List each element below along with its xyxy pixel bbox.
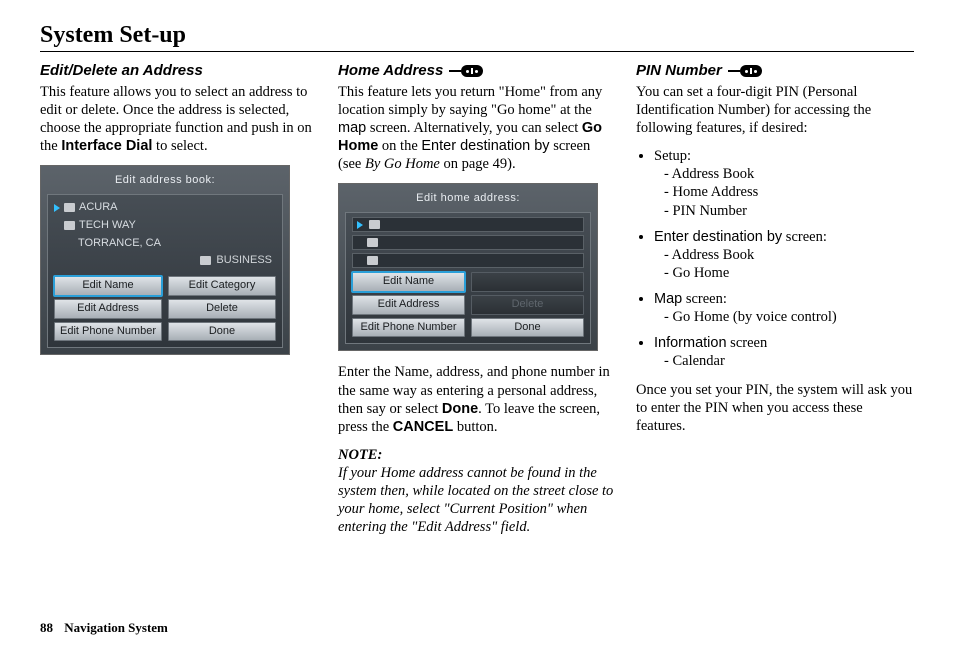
by-go-home-ref: By Go Home [365, 156, 440, 172]
done-button[interactable]: Done [471, 318, 584, 338]
text: on the [378, 138, 421, 154]
heading-home-address: Home Address [338, 62, 616, 81]
device-screenshot-address-book: Edit address book: ACURA TECH WAY TORRAN… [40, 165, 290, 355]
note-body: If your Home address cannot be found in … [338, 464, 616, 537]
device-info-row: ACURA [54, 199, 276, 217]
list-item: PIN Number [664, 202, 914, 220]
column-home-address: Home Address This feature lets you retur… [338, 62, 616, 537]
device-city-value: TORRANCE, CA [78, 237, 161, 251]
edit-address-button[interactable]: Edit Address [54, 299, 162, 319]
sub-list: Address Book Home Address PIN Number [654, 165, 914, 219]
delete-button-dim: Delete [471, 295, 584, 315]
device-category-value: BUSINESS [216, 254, 272, 266]
list-item: Enter destination by screen: Address Boo… [654, 228, 914, 282]
device-body: Edit Name Edit Address Delete Edit Phone… [345, 212, 591, 344]
list-item: Home Address [664, 183, 914, 201]
heading-edit-delete: Edit/Delete an Address [40, 62, 318, 81]
cursor-icon [54, 204, 60, 212]
edit-delete-intro: This feature allows you to select an add… [40, 83, 318, 156]
map-label: Map [654, 291, 682, 307]
device-empty-row [352, 253, 584, 268]
device-street-value: TECH WAY [79, 219, 136, 233]
sub-list: Calendar [654, 352, 914, 370]
building-icon [367, 238, 378, 247]
category-icon [200, 256, 211, 265]
list-item: Address Book [664, 246, 914, 264]
device-info-row: TORRANCE, CA [54, 235, 276, 253]
delete-button[interactable]: Delete [168, 299, 276, 319]
text: screen [727, 335, 768, 351]
interface-dial-label: Interface Dial [61, 138, 152, 154]
sub-list: Go Home (by voice control) [654, 308, 914, 326]
pin-intro: You can set a four-digit PIN (Personal I… [636, 83, 914, 137]
list-item: Setup: Address Book Home Address PIN Num… [654, 147, 914, 220]
voice-icon [449, 65, 483, 77]
device-screenshot-home-address: Edit home address: Edit Name Edit Addres… [338, 183, 598, 351]
text: screen: [782, 229, 827, 245]
done-button[interactable]: Done [168, 322, 276, 342]
device-name-value: ACURA [79, 201, 118, 215]
page-number: 88 [40, 620, 53, 635]
text: button. [453, 419, 497, 435]
device-buttons: Edit Name Edit Category Edit Address Del… [54, 276, 276, 341]
device-body: ACURA TECH WAY TORRANCE, CA BUSINESS Edi… [47, 194, 283, 348]
list-item: Go Home [664, 264, 914, 282]
text: screen: [682, 291, 727, 307]
map-label: map [338, 120, 366, 136]
edit-category-button[interactable]: Edit Category [168, 276, 276, 296]
blank-button [471, 272, 584, 292]
text: on page 49). [440, 156, 516, 172]
note-heading: NOTE: [338, 446, 616, 464]
device-title: Edit address book: [47, 172, 283, 194]
list-item: Calendar [664, 352, 914, 370]
edit-phone-button[interactable]: Edit Phone Number [54, 322, 162, 342]
text: This feature lets you return "Home" from… [338, 84, 602, 118]
footer-label: Navigation System [64, 620, 168, 635]
list-item: Map screen: Go Home (by voice control) [654, 290, 914, 326]
home-icon [64, 203, 75, 212]
edit-phone-button[interactable]: Edit Phone Number [352, 318, 465, 338]
heading-pin: PIN Number [636, 62, 914, 81]
list-item: Go Home (by voice control) [664, 308, 914, 326]
column-edit-delete: Edit/Delete an Address This feature allo… [40, 62, 318, 537]
device-empty-row [352, 235, 584, 250]
voice-icon [728, 65, 762, 77]
pin-feature-list: Setup: Address Book Home Address PIN Num… [636, 147, 914, 370]
page-title: System Set-up [40, 22, 914, 52]
device-buttons: Edit Name Edit Address Delete Edit Phone… [352, 272, 584, 337]
list-item: Address Book [664, 165, 914, 183]
content-columns: Edit/Delete an Address This feature allo… [40, 62, 914, 537]
device-empty-row [352, 217, 584, 232]
setup-label: Setup: [654, 148, 691, 164]
column-pin: PIN Number You can set a four-digit PIN … [636, 62, 914, 537]
cursor-icon [357, 221, 363, 229]
home-icon [369, 220, 380, 229]
home-address-intro: This feature lets you return "Home" from… [338, 83, 616, 174]
phone-icon [367, 256, 378, 265]
enter-dest-label: Enter destination by [654, 229, 782, 245]
information-label: Information [654, 335, 727, 351]
edit-name-button[interactable]: Edit Name [54, 276, 162, 296]
text: screen. Alternatively, you can select [366, 120, 582, 136]
sub-list: Address Book Go Home [654, 246, 914, 282]
page-footer: 88 Navigation System [40, 620, 168, 636]
done-label: Done [442, 401, 478, 417]
home-address-entry: Enter the Name, address, and phone numbe… [338, 363, 616, 436]
cancel-label: CANCEL [393, 419, 453, 435]
enter-dest-label: Enter destination by [421, 138, 549, 154]
pin-outro: Once you set your PIN, the system will a… [636, 381, 914, 435]
edit-address-button[interactable]: Edit Address [352, 295, 465, 315]
edit-name-button[interactable]: Edit Name [352, 272, 465, 292]
text: to select. [152, 138, 207, 154]
building-icon [64, 221, 75, 230]
heading-text: PIN Number [636, 62, 722, 81]
device-info-row: TECH WAY [54, 217, 276, 235]
list-item: Information screen Calendar [654, 334, 914, 370]
heading-text: Home Address [338, 62, 443, 81]
device-category-row: BUSINESS [54, 252, 276, 272]
device-title: Edit home address: [345, 190, 591, 212]
